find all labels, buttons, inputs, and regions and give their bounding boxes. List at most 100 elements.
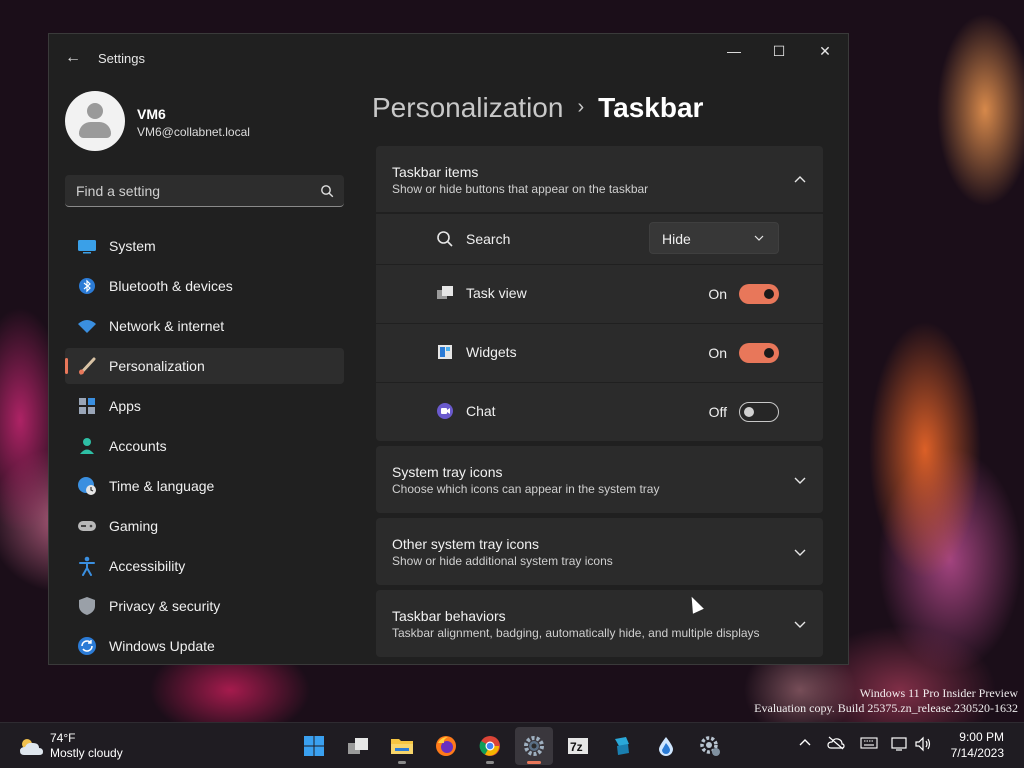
firefox-icon bbox=[436, 736, 456, 756]
sidebar-item-windows-update[interactable]: Windows Update bbox=[65, 628, 344, 664]
sidebar-item-label: Personalization bbox=[109, 358, 205, 374]
close-button[interactable]: ✕ bbox=[810, 42, 840, 60]
sidebar-item-system[interactable]: System bbox=[65, 228, 344, 264]
sidebar-item-apps[interactable]: Apps bbox=[65, 388, 344, 424]
cloud-sun-icon bbox=[20, 739, 43, 755]
sidebar-item-time-language[interactable]: Time & language bbox=[65, 468, 344, 504]
widgets-icon bbox=[438, 345, 452, 359]
drop-app-button[interactable] bbox=[647, 727, 685, 765]
apps-icon bbox=[77, 396, 97, 416]
back-button[interactable]: ← bbox=[63, 48, 83, 68]
system-clock[interactable]: 9:00 PM 7/14/2023 bbox=[951, 729, 1004, 761]
weather-temperature: 74°F bbox=[50, 731, 76, 745]
brush-icon bbox=[77, 356, 97, 376]
toggle-state-label: Off bbox=[708, 404, 727, 420]
clock-time: 9:00 PM bbox=[959, 730, 1004, 744]
minimize-button[interactable]: — bbox=[719, 42, 749, 60]
chevron-up-icon[interactable] bbox=[793, 172, 807, 186]
chat-icon bbox=[437, 403, 453, 419]
bluetooth-icon bbox=[77, 276, 97, 296]
system-tray-icons-card[interactable]: System tray icons Choose which icons can… bbox=[376, 446, 823, 513]
drop-icon bbox=[659, 737, 673, 756]
evaluation-watermark: Windows 11 Pro Insider Preview Evaluatio… bbox=[754, 686, 1018, 716]
shield-icon bbox=[77, 596, 97, 616]
sidebar-nav: System Bluetooth & devices Network & int… bbox=[65, 228, 344, 664]
find-setting-search[interactable] bbox=[65, 175, 344, 207]
volume-icon[interactable] bbox=[914, 736, 932, 754]
widgets-toggle[interactable] bbox=[739, 343, 779, 363]
sidebar-item-label: Apps bbox=[109, 398, 141, 414]
sidebar-item-accessibility[interactable]: Accessibility bbox=[65, 548, 344, 584]
taskbar-item-chat-row: Chat Off bbox=[376, 383, 823, 441]
title-bar: ← Settings — ☐ ✕ bbox=[49, 34, 848, 82]
sidebar-item-gaming[interactable]: Gaming bbox=[65, 508, 344, 544]
sidebar-item-privacy[interactable]: Privacy & security bbox=[65, 588, 344, 624]
card-title: System tray icons bbox=[392, 464, 503, 480]
card-description: Show or hide additional system tray icon… bbox=[392, 554, 613, 568]
windows-taskbar: 74°F Mostly cloudy 7z 9:00 PM 7/14/2023 bbox=[0, 722, 1024, 768]
chevron-down-icon[interactable] bbox=[793, 617, 807, 631]
card-description: Choose which icons can appear in the sys… bbox=[392, 482, 660, 496]
gear-app-icon bbox=[700, 736, 720, 756]
chevron-down-icon bbox=[754, 235, 764, 241]
chrome-button[interactable] bbox=[471, 727, 509, 765]
sidebar-item-label: Windows Update bbox=[109, 638, 215, 654]
show-hidden-icons-chevron-icon[interactable] bbox=[796, 736, 814, 754]
watermark-line-2: Evaluation copy. Build 25375.zn_release.… bbox=[754, 701, 1018, 715]
clock-date: 7/14/2023 bbox=[950, 746, 1004, 760]
firefox-button[interactable] bbox=[427, 727, 465, 765]
app-button[interactable] bbox=[603, 727, 641, 765]
search-icon bbox=[437, 231, 453, 247]
sidebar-item-personalization[interactable]: Personalization bbox=[65, 348, 344, 384]
settings-window: ← Settings — ☐ ✕ VM6 VM6@collabnet.local… bbox=[48, 33, 849, 665]
other-system-tray-icons-card[interactable]: Other system tray icons Show or hide add… bbox=[376, 518, 823, 585]
chevron-down-icon[interactable] bbox=[793, 545, 807, 559]
watermark-line-1: Windows 11 Pro Insider Preview bbox=[859, 686, 1018, 700]
globe-clock-icon bbox=[77, 476, 97, 496]
gear-app-button[interactable] bbox=[691, 727, 729, 765]
start-button[interactable] bbox=[295, 727, 333, 765]
search-icon[interactable] bbox=[320, 184, 334, 198]
settings-app-button[interactable] bbox=[515, 727, 553, 765]
accessibility-icon bbox=[77, 556, 97, 576]
sidebar-item-bluetooth[interactable]: Bluetooth & devices bbox=[65, 268, 344, 304]
chevron-down-icon[interactable] bbox=[793, 473, 807, 487]
sidebar-item-label: Accessibility bbox=[109, 558, 186, 574]
sidebar-item-network[interactable]: Network & internet bbox=[65, 308, 344, 344]
dropdown-value: Hide bbox=[662, 231, 691, 247]
network-icon[interactable] bbox=[891, 736, 909, 754]
toggle-state-label: On bbox=[708, 345, 727, 361]
taskbar-behaviors-card[interactable]: Taskbar behaviors Taskbar alignment, bad… bbox=[376, 590, 823, 657]
user-name: VM6 bbox=[137, 106, 166, 122]
sidebar-item-label: Privacy & security bbox=[109, 598, 221, 614]
row-label: Task view bbox=[466, 285, 527, 301]
taskbar-item-task-view-row: Task view On bbox=[376, 265, 823, 323]
system-icon bbox=[77, 236, 97, 256]
taskbar-items-card[interactable]: Taskbar items Show or hide buttons that … bbox=[376, 146, 823, 212]
sidebar-item-label: Bluetooth & devices bbox=[109, 278, 233, 294]
breadcrumb-parent[interactable]: Personalization bbox=[372, 92, 563, 123]
onedrive-icon[interactable] bbox=[827, 736, 845, 754]
file-explorer-button[interactable] bbox=[383, 727, 421, 765]
sidebar-item-label: Accounts bbox=[109, 438, 167, 454]
task-view-toggle[interactable] bbox=[739, 284, 779, 304]
avatar[interactable] bbox=[65, 91, 125, 151]
7zip-button[interactable]: 7z bbox=[559, 727, 597, 765]
task-view-button[interactable] bbox=[339, 727, 377, 765]
search-input[interactable] bbox=[65, 175, 305, 206]
sidebar-item-accounts[interactable]: Accounts bbox=[65, 428, 344, 464]
page-title: Taskbar bbox=[598, 92, 704, 123]
maximize-button[interactable]: ☐ bbox=[764, 42, 794, 60]
row-label: Widgets bbox=[466, 344, 517, 360]
chat-toggle[interactable] bbox=[739, 402, 779, 422]
card-title: Taskbar behaviors bbox=[392, 608, 506, 624]
toggle-state-label: On bbox=[708, 286, 727, 302]
settings-icon bbox=[524, 736, 544, 756]
breadcrumb: Personalization › Taskbar bbox=[372, 92, 703, 124]
gamepad-icon bbox=[77, 516, 97, 536]
accounts-icon bbox=[77, 436, 97, 456]
card-title: Taskbar items bbox=[392, 164, 479, 180]
keyboard-icon[interactable] bbox=[860, 736, 878, 754]
update-icon bbox=[77, 636, 97, 656]
search-mode-dropdown[interactable]: Hide bbox=[649, 222, 779, 254]
